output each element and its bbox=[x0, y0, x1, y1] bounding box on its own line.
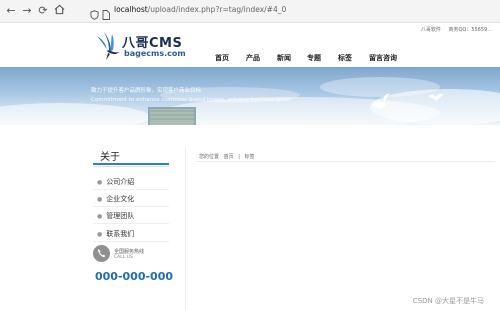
address-host: localhost bbox=[114, 5, 148, 14]
banner-sky-image bbox=[0, 77, 500, 125]
breadcrumb: 您的位置 首页 | 标签 bbox=[199, 153, 258, 160]
address-bar[interactable]: localhost/upload/index.php?r=tag/index/#… bbox=[114, 5, 286, 14]
sidebar-divider bbox=[93, 223, 169, 224]
forward-arrow-icon[interactable]: → bbox=[20, 4, 34, 18]
sidebar-item-label: 公司介绍 bbox=[106, 178, 135, 186]
home-icon[interactable] bbox=[52, 4, 66, 18]
sidebar-title-divider bbox=[93, 166, 169, 167]
breadcrumb-underline bbox=[195, 161, 495, 162]
hotline-number: 000-000-000 bbox=[95, 270, 174, 283]
sidebar-title-underline bbox=[93, 163, 169, 165]
nav-item-home[interactable]: 首页 bbox=[215, 53, 229, 63]
bullet-icon: ● bbox=[97, 179, 103, 186]
sidebar-item-contact[interactable]: ● 联系我们 bbox=[97, 229, 134, 239]
sidebar-title: 关于 bbox=[100, 152, 120, 163]
top-link-company[interactable]: 八哥软件 bbox=[421, 27, 441, 33]
breadcrumb-label: 您的位置 bbox=[199, 154, 220, 160]
bullet-icon: ● bbox=[97, 231, 103, 238]
sidebar-divider bbox=[93, 189, 169, 190]
breadcrumb-current: 标签 bbox=[244, 154, 255, 160]
sidebar-item-company-intro[interactable]: ● 公司介绍 bbox=[97, 177, 134, 187]
site-logo[interactable]: 八哥CMS bagecms.com bbox=[94, 30, 186, 66]
bird-logo-icon bbox=[97, 32, 120, 60]
service-hotline-box: 全国服务热线 CALL US bbox=[93, 245, 173, 269]
service-sublabel: CALL US bbox=[114, 255, 133, 260]
page-icon bbox=[102, 5, 110, 24]
bullet-icon: ● bbox=[97, 213, 103, 220]
hero-banner: 致力于提升客户品牌形象，实现客户商业目标 Commitment to enhan… bbox=[0, 67, 500, 125]
top-links: 八哥软件 商务QQ：55659... bbox=[415, 26, 492, 33]
phone-icon bbox=[93, 245, 110, 262]
shield-icon[interactable] bbox=[90, 5, 99, 24]
service-label: 全国服务热线 bbox=[114, 249, 145, 255]
breadcrumb-separator: | bbox=[238, 154, 240, 160]
reload-icon[interactable]: ⟳ bbox=[36, 4, 50, 18]
back-arrow-icon[interactable]: ← bbox=[4, 4, 18, 18]
sidebar-item-team[interactable]: ● 管理团队 bbox=[97, 211, 134, 221]
nav-item-products[interactable]: 产品 bbox=[246, 53, 260, 63]
sidebar-divider bbox=[93, 241, 169, 242]
logo-subtitle: bagecms.com bbox=[124, 49, 186, 58]
watermark: CSDN @大星不是牛马 bbox=[412, 297, 484, 305]
banner-slogan-en: Commitment to enhance customer brand ima… bbox=[91, 97, 292, 103]
banner-slogan-cn: 致力于提升客户品牌形象，实现客户商业目标 bbox=[91, 88, 202, 94]
sidebar-item-label: 企业文化 bbox=[106, 195, 135, 203]
nav-item-topics[interactable]: 专题 bbox=[307, 53, 321, 63]
top-link-qq-number: 55659... bbox=[471, 27, 492, 33]
sidebar-item-label: 管理团队 bbox=[106, 212, 135, 220]
breadcrumb-home[interactable]: 首页 bbox=[224, 154, 234, 160]
content-divider bbox=[185, 148, 186, 310]
sidebar-item-label: 联系我们 bbox=[106, 230, 135, 238]
nav-item-contact[interactable]: 留言咨询 bbox=[369, 53, 397, 63]
nav-item-tags[interactable]: 标签 bbox=[338, 53, 352, 63]
sidebar-item-culture[interactable]: ● 企业文化 bbox=[97, 194, 134, 204]
top-link-qq-label: 商务QQ： bbox=[448, 27, 472, 33]
browser-toolbar: ← → ⟳ localhost/upload/index.php?r=tag/i… bbox=[0, 0, 500, 23]
bullet-icon: ● bbox=[97, 196, 103, 203]
address-path: /upload/index.php?r=tag/index/#4_0 bbox=[147, 5, 287, 14]
sidebar-divider bbox=[93, 206, 169, 207]
nav-item-news[interactable]: 新闻 bbox=[277, 53, 291, 63]
